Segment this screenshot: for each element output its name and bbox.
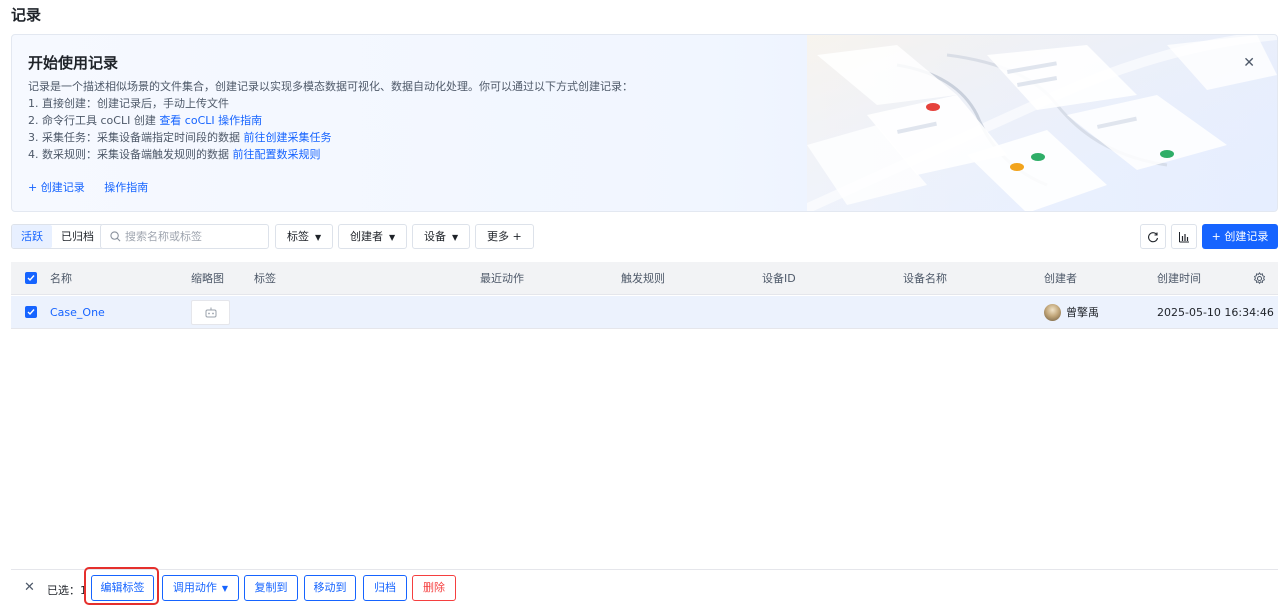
- banner-line-task: 3. 采集任务：采集设备端指定时间段的数据 前往创建采集任务: [28, 131, 332, 144]
- creator-filter-dropdown[interactable]: 创建者 ▼: [338, 224, 408, 249]
- col-device-id: 设备ID: [762, 272, 796, 285]
- col-last-action: 最近动作: [480, 272, 524, 285]
- table-row[interactable]: Case_One 曾擎禹 2025-05-10 16:34:46: [11, 296, 1278, 329]
- config-rule-link[interactable]: 前往配置数采规则: [233, 148, 321, 161]
- chevron-down-icon: ▼: [221, 584, 229, 593]
- record-thumbnail[interactable]: [191, 300, 230, 325]
- col-tags: 标签: [254, 272, 276, 285]
- close-icon[interactable]: ✕: [24, 580, 35, 595]
- chevron-down-icon: ▼: [452, 233, 459, 242]
- cli-guide-link[interactable]: 查看 coCLI 操作指南: [159, 114, 262, 127]
- search-box: [100, 224, 269, 249]
- search-input[interactable]: [125, 230, 265, 243]
- robot-icon: [205, 307, 216, 317]
- avatar: [1044, 304, 1061, 321]
- tab-active[interactable]: 活跃: [12, 225, 52, 248]
- selected-count: 已选：1: [47, 584, 87, 597]
- banner-guide-link[interactable]: 操作指南: [104, 181, 148, 194]
- col-name: 名称: [50, 272, 72, 285]
- status-segmented-control: 活跃 已归档: [11, 224, 104, 249]
- move-to-button[interactable]: 移动到: [304, 575, 356, 601]
- delete-button[interactable]: 删除: [412, 575, 456, 601]
- col-device-name: 设备名称: [903, 272, 947, 285]
- record-creator: 曾擎禹: [1066, 306, 1099, 319]
- bulk-action-bar: ✕ 已选：1 编辑标签 调用动作 ▼ 复制到 移动到 归档 删除: [11, 569, 1278, 606]
- banner-actions: + 创建记录 操作指南: [28, 179, 148, 195]
- stats-button[interactable]: [1171, 224, 1197, 249]
- bar-chart-icon: [1179, 231, 1189, 242]
- col-creator: 创建者: [1044, 272, 1077, 285]
- close-icon[interactable]: ✕: [1243, 55, 1255, 71]
- invoke-action-button[interactable]: 调用动作 ▼: [162, 575, 239, 601]
- page-title: 记录: [11, 6, 42, 24]
- create-task-link[interactable]: 前往创建采集任务: [244, 131, 332, 144]
- col-trigger-rule: 触发规则: [621, 272, 665, 285]
- col-thumbnail: 缩略图: [191, 272, 224, 285]
- refresh-icon: [1148, 231, 1159, 242]
- gear-icon[interactable]: [1253, 272, 1266, 285]
- col-created-at: 创建时间: [1157, 272, 1201, 285]
- record-created-at: 2025-05-10 16:34:46: [1157, 306, 1274, 319]
- device-filter-dropdown[interactable]: 设备 ▼: [412, 224, 471, 249]
- row-checkbox[interactable]: [25, 306, 37, 318]
- banner-line-rule: 4. 数采规则：采集设备端触发规则的数据 前往配置数采规则: [28, 148, 321, 161]
- refresh-button[interactable]: [1140, 224, 1166, 249]
- getting-started-banner: 开始使用记录 记录是一个描述相似场景的文件集合，创建记录以实现多模态数据可视化、…: [11, 34, 1278, 212]
- banner-description: 记录是一个描述相似场景的文件集合，创建记录以实现多模态数据可视化、数据自动化处理…: [28, 80, 633, 93]
- record-name-link[interactable]: Case_One: [50, 296, 105, 329]
- create-record-button[interactable]: + 创建记录: [1202, 224, 1278, 249]
- chevron-down-icon: ▼: [389, 233, 396, 242]
- table-header: 名称 缩略图 标签 最近动作 触发规则 设备ID 设备名称 创建者 创建时间: [11, 262, 1278, 295]
- chevron-down-icon: ▼: [315, 233, 322, 242]
- more-filters-button[interactable]: 更多 +: [475, 224, 534, 249]
- banner-create-record-link[interactable]: + 创建记录: [28, 181, 85, 194]
- archive-button[interactable]: 归档: [363, 575, 407, 601]
- tag-filter-dropdown[interactable]: 标签 ▼: [275, 224, 334, 249]
- select-all-checkbox[interactable]: [25, 272, 37, 284]
- banner-line-cli: 2. 命令行工具 coCLI 创建 查看 coCLI 操作指南: [28, 114, 263, 127]
- banner-line-direct: 1. 直接创建：创建记录后，手动上传文件: [28, 97, 229, 110]
- search-icon: [110, 231, 121, 242]
- banner-illustration: [807, 35, 1277, 211]
- tab-archived[interactable]: 已归档: [52, 225, 103, 248]
- copy-to-button[interactable]: 复制到: [244, 575, 298, 601]
- banner-title: 开始使用记录: [28, 54, 119, 72]
- highlight-box: [84, 567, 159, 605]
